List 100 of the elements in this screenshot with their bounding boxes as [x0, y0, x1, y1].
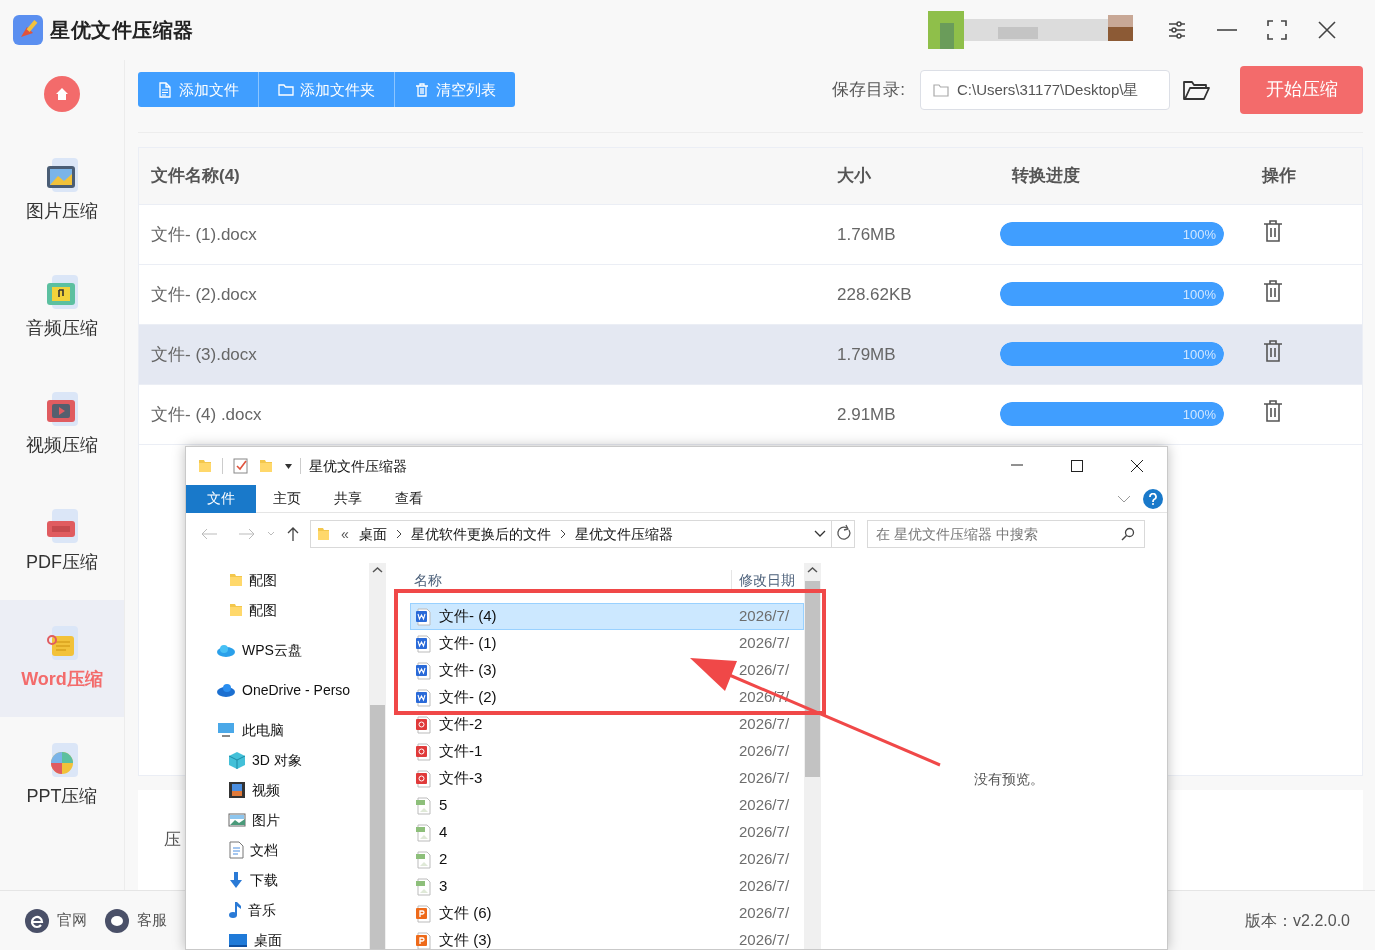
nav-item[interactable]: 文档	[186, 835, 369, 865]
chevron-down-icon	[813, 529, 827, 539]
file-name: 5	[439, 795, 448, 816]
cloud-icon	[216, 682, 236, 698]
nav-label: 配图	[249, 570, 277, 590]
sidebar-item[interactable]: 音频压缩	[0, 249, 124, 366]
file-row[interactable]: 2 2026/7/	[410, 846, 804, 873]
word-file-icon	[415, 634, 431, 653]
delete-icon[interactable]	[1262, 218, 1284, 243]
trash-icon	[414, 81, 430, 98]
column-header: 大小	[837, 166, 871, 186]
preview-message: 没有预览。	[974, 770, 1044, 789]
nav-item[interactable]: 此电脑	[186, 715, 369, 745]
computer-icon	[216, 722, 236, 738]
sidebar-label: Word压缩	[21, 668, 103, 691]
checklist-icon	[233, 458, 249, 474]
footer-link[interactable]: 客服	[105, 908, 167, 933]
file-name: 文件-1	[439, 741, 483, 762]
delete-icon[interactable]	[1262, 278, 1284, 303]
chevron-down-icon	[1117, 493, 1131, 504]
breadcrumb-item[interactable]: «	[341, 523, 349, 545]
file-date: 2026/7/	[739, 849, 790, 870]
video-file-icon	[44, 390, 80, 428]
image-file-icon	[415, 850, 431, 869]
table-cell: 文件- (4) .docx	[151, 404, 262, 424]
file-row[interactable]: 文件-1 2026/7/	[410, 738, 804, 765]
progress-text: 100%	[1182, 285, 1216, 304]
folder-icon	[317, 526, 329, 542]
nav-item[interactable]: 桌面	[186, 925, 369, 949]
file-row[interactable]: 文件-2 2026/7/	[410, 711, 804, 738]
maximize-icon[interactable]	[1070, 459, 1084, 473]
progress-text: 100%	[1182, 345, 1216, 364]
file-name: 3	[439, 876, 448, 897]
sidebar-label: 图片压缩	[26, 200, 98, 223]
file-row[interactable]: 文件-3 2026/7/	[410, 765, 804, 792]
scrollbar[interactable]	[804, 563, 821, 949]
file-row[interactable]: 文件- (4) 2026/7/	[410, 603, 804, 630]
app-title: 星优文件压缩器	[50, 18, 194, 43]
address-bar[interactable]: « 桌面 星优软件更换后的文件 星优文件压缩器	[310, 520, 855, 548]
picture-icon	[228, 812, 246, 828]
breadcrumb-item[interactable]: 星优文件压缩器	[574, 523, 673, 545]
file-date: 2026/7/	[739, 903, 790, 924]
column-header[interactable]: 名称	[414, 572, 442, 588]
document-icon	[228, 841, 244, 859]
music-note-icon	[228, 901, 242, 919]
nav-item[interactable]: WPS云盘	[186, 635, 369, 665]
home-button[interactable]	[44, 76, 80, 112]
image-file-icon	[44, 156, 80, 194]
file-row[interactable]: 文件- (1) 2026/7/	[410, 630, 804, 657]
ribbon-tab[interactable]: 主页	[257, 484, 317, 513]
close-icon[interactable]	[1130, 459, 1144, 473]
table-cell: 2.91MB	[837, 404, 896, 424]
nav-item[interactable]: 音乐	[186, 895, 369, 925]
search-field[interactable]: 在 星优文件压缩器 中搜索	[867, 520, 1145, 548]
file-name: 文件-2	[439, 714, 483, 735]
nav-label: WPS云盘	[242, 640, 302, 660]
progress-text: 100%	[1182, 405, 1216, 424]
column-header[interactable]: 修改日期	[739, 572, 795, 588]
nav-item[interactable]: OneDrive - Perso	[186, 675, 369, 705]
file-row[interactable]: 5 2026/7/	[410, 792, 804, 819]
breadcrumb-item[interactable]: 星优软件更换后的文件	[410, 523, 551, 545]
help-icon[interactable]	[1143, 488, 1163, 509]
delete-icon[interactable]	[1262, 398, 1284, 423]
file-name: 2	[439, 849, 448, 870]
ribbon-tab[interactable]: 共享	[318, 484, 378, 513]
forward-icon	[238, 527, 256, 541]
sidebar-item[interactable]: PPT压缩	[0, 717, 124, 834]
nav-label: 图片	[252, 810, 280, 830]
table-cell: 1.76MB	[837, 224, 896, 244]
file-row[interactable]: 文件 (6) 2026/7/	[410, 900, 804, 927]
breadcrumb-item[interactable]: 桌面	[358, 523, 387, 545]
nav-item[interactable]: 配图	[186, 565, 369, 595]
path-field[interactable]: C:\Users\31177\Desktop\星	[920, 69, 1170, 110]
nav-item[interactable]: 配图	[186, 595, 369, 625]
nav-item[interactable]: 视频	[186, 775, 369, 805]
search-icon	[1121, 527, 1135, 541]
sidebar-item[interactable]: 图片压缩	[0, 132, 124, 249]
file-date: 2026/7/	[739, 930, 790, 949]
ribbon-tab[interactable]: 查看	[379, 484, 439, 513]
sidebar-item[interactable]: PDF压缩	[0, 483, 124, 600]
file-row[interactable]: 文件- (3) 2026/7/	[410, 657, 804, 684]
scrollbar[interactable]	[369, 563, 386, 949]
file-name: 文件- (1)	[439, 633, 497, 654]
file-row[interactable]: 3 2026/7/	[410, 873, 804, 900]
save-directory-label: 保存目录:	[832, 79, 905, 102]
path-value: C:\Users\31177\Desktop\星	[957, 79, 1139, 100]
file-row[interactable]: 文件 (3) 2026/7/	[410, 927, 804, 949]
nav-item[interactable]: 3D 对象	[186, 745, 369, 775]
footer-link[interactable]: 官网	[25, 908, 87, 933]
delete-icon[interactable]	[1262, 338, 1284, 363]
file-date: 2026/7/	[739, 660, 790, 681]
folder-icon	[229, 602, 243, 618]
nav-label: 视频	[252, 780, 280, 800]
file-row[interactable]: 4 2026/7/	[410, 819, 804, 846]
sidebar-item[interactable]: 视频压缩	[0, 366, 124, 483]
ribbon-tab[interactable]: 文件	[186, 484, 256, 513]
nav-item[interactable]: 下载	[186, 865, 369, 895]
nav-item[interactable]: 图片	[186, 805, 369, 835]
file-name: 4	[439, 822, 448, 843]
folder-icon	[278, 81, 294, 98]
